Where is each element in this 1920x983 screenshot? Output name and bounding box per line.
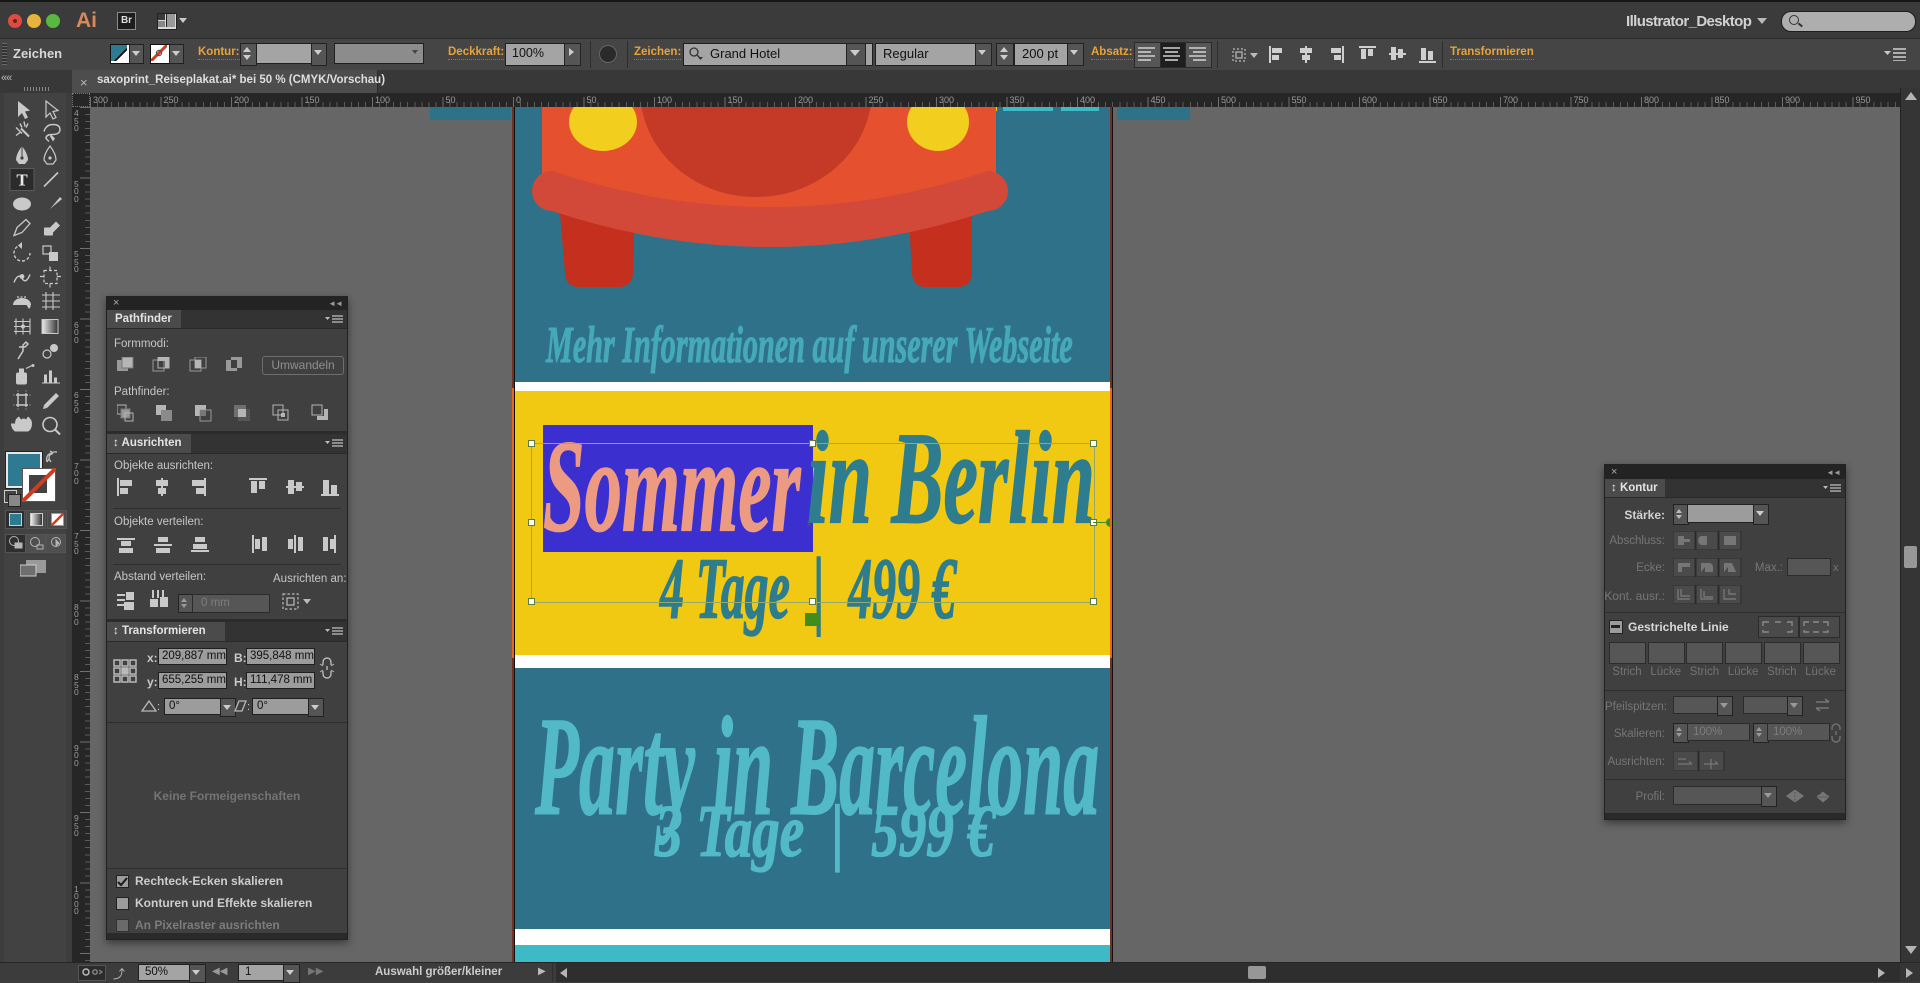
svg-text:T: T [16, 171, 28, 190]
